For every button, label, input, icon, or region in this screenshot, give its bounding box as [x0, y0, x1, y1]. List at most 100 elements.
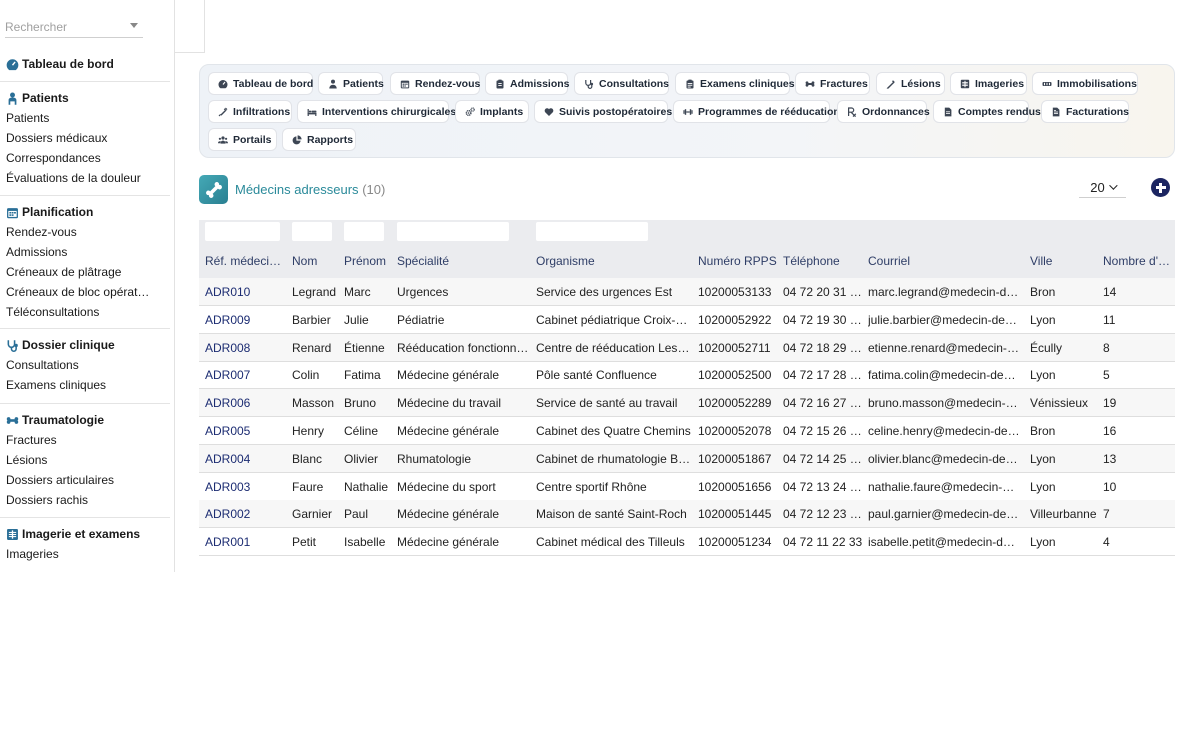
toolbar-button-label: Infiltrations: [233, 105, 291, 118]
column-header[interactable]: Courriel: [868, 254, 1020, 268]
sidebar-section-title: Traumatologie: [22, 413, 105, 427]
sidebar: Tableau de bordPatientsPatientsDossiers …: [0, 0, 175, 572]
column-header[interactable]: Téléphone: [783, 254, 863, 268]
row-reference-link[interactable]: ADR009: [205, 313, 285, 327]
column-filter-input[interactable]: [536, 222, 648, 241]
column-filter-input[interactable]: [292, 222, 332, 241]
row-reference-link[interactable]: ADR006: [205, 396, 285, 410]
sidebar-item[interactable]: Dossiers articulaires: [0, 470, 168, 490]
sidebar-section-header[interactable]: Imagerie et examens: [0, 524, 170, 544]
toolbar-button[interactable]: Rendez-vous: [390, 72, 480, 95]
row-reference-link[interactable]: ADR005: [205, 424, 285, 438]
table-row[interactable]: ADR007 Colin Fatima Médecine générale Pôle s…: [199, 361, 1175, 390]
toolbar-button[interactable]: Fractures: [795, 72, 870, 95]
toolbar-button[interactable]: Tableau de bord: [208, 72, 313, 95]
table-cell: 04 72 15 26 37: [783, 424, 863, 438]
toolbar-button[interactable]: Portails: [208, 128, 277, 151]
sidebar-item[interactable]: Évaluations de la douleur: [0, 168, 168, 188]
table-cell: 4: [1103, 535, 1110, 550]
bed-icon: [307, 108, 317, 116]
sidebar-item[interactable]: Fractures: [0, 430, 168, 450]
column-header[interactable]: Organisme: [536, 254, 692, 268]
toolbar-button[interactable]: Infiltrations: [208, 100, 292, 123]
sidebar-item[interactable]: Patients: [0, 108, 168, 128]
toolbar-button[interactable]: Suivis postopératoires: [534, 100, 672, 123]
toolbar-button[interactable]: Consultations: [574, 72, 669, 95]
toolbar-button[interactable]: Admissions: [485, 72, 570, 95]
sidebar-item[interactable]: Créneaux de plâtrage: [0, 262, 168, 282]
row-reference-link[interactable]: ADR003: [205, 480, 285, 494]
toolbar-button[interactable]: Implants: [455, 100, 529, 123]
sidebar-item[interactable]: Créneaux de bloc opérat…: [0, 282, 168, 302]
row-reference-link[interactable]: ADR001: [205, 535, 285, 549]
sidebar-section-header[interactable]: Planification: [0, 202, 170, 222]
sidebar-section-header[interactable]: Tableau de bord: [0, 54, 170, 74]
table-row[interactable]: ADR008 Renard Étienne Rééducation fonctionn…: [199, 333, 1175, 362]
table-row[interactable]: ADR001 Petit Isabelle Médecine générale Cabi…: [199, 528, 1175, 557]
table-cell: Blanc: [292, 451, 323, 466]
toolbar-button[interactable]: Lésions: [876, 72, 945, 95]
patient-icon: [329, 79, 337, 88]
chevron-down-icon: [1108, 181, 1118, 190]
toolbar-button[interactable]: Examens cliniques: [675, 72, 795, 95]
column-header[interactable]: Nombre d'adressages: [1103, 254, 1175, 268]
column-filter-input[interactable]: [205, 222, 280, 241]
sidebar-item[interactable]: Téléconsultations: [0, 302, 168, 322]
toolbar-button[interactable]: Facturations: [1041, 100, 1129, 123]
sidebar-section-header[interactable]: Patients: [0, 88, 170, 108]
add-record-button[interactable]: [1151, 178, 1170, 197]
table-cell: Centre de rééducation Les Cèdres: [536, 340, 692, 355]
search-select[interactable]: [5, 17, 143, 38]
toolbar-button[interactable]: Immobilisations: [1032, 72, 1138, 95]
caret-down-icon[interactable]: [130, 23, 138, 28]
column-header[interactable]: Prénom: [344, 254, 392, 268]
toolbar-button-label: Rapports: [307, 133, 354, 146]
table-row[interactable]: ADR002 Garnier Paul Médecine générale Maison…: [199, 500, 1175, 529]
table-cell: fatima.colin@medecin-demo.fr: [868, 368, 1020, 383]
column-header[interactable]: Réf. médecin adresseur: [205, 254, 285, 268]
sidebar-item[interactable]: Lésions: [0, 450, 168, 470]
toolbar-button[interactable]: Programmes de rééducation: [673, 100, 840, 123]
toolbar-button[interactable]: Patients: [318, 72, 384, 95]
table-cell: nathalie.faure@medecin-demo.fr: [868, 479, 1020, 494]
toolbar-button[interactable]: Comptes rendus: [933, 100, 1041, 123]
sidebar-item[interactable]: Consultations: [0, 355, 168, 375]
sidebar-item[interactable]: Dossiers rachis: [0, 490, 168, 510]
column-header[interactable]: Numéro RPPS: [698, 254, 778, 268]
sidebar-item[interactable]: Admissions: [0, 242, 168, 262]
table-row[interactable]: ADR005 Henry Céline Médecine générale Cabine…: [199, 417, 1175, 445]
toolbar-button[interactable]: Rapports: [282, 128, 356, 151]
sidebar-item[interactable]: Correspondances: [0, 148, 168, 168]
column-header[interactable]: Nom: [292, 254, 340, 268]
table-row[interactable]: ADR009 Barbier Julie Pédiatrie Cabinet pédia…: [199, 306, 1175, 334]
xray-icon: [7, 528, 18, 540]
table-row[interactable]: ADR004 Blanc Olivier Rhumatologie Cabinet de…: [199, 444, 1175, 473]
calendar-icon: [400, 80, 410, 88]
table-cell: 10: [1103, 479, 1117, 494]
sidebar-section-header[interactable]: Dossier clinique: [0, 335, 170, 355]
toolbar-button[interactable]: Imageries: [950, 72, 1027, 95]
table-row[interactable]: ADR010 Legrand Marc Urgences Service des urg…: [199, 278, 1175, 306]
table-cell: Nathalie: [344, 479, 389, 494]
sidebar-section-header[interactable]: Traumatologie: [0, 410, 170, 430]
row-reference-link[interactable]: ADR008: [205, 341, 285, 355]
column-header[interactable]: Ville: [1030, 254, 1100, 268]
row-reference-link[interactable]: ADR010: [205, 285, 285, 299]
column-filter-input[interactable]: [344, 222, 384, 241]
toolbar-button[interactable]: Interventions chirurgicales: [297, 100, 456, 123]
file-icon: [944, 107, 952, 116]
column-filter-input[interactable]: [397, 222, 509, 241]
toolbar-button[interactable]: Ordonnances: [837, 100, 930, 123]
column-header[interactable]: Spécialité: [397, 254, 531, 268]
sidebar-item[interactable]: Dossiers médicaux: [0, 128, 168, 148]
row-reference-link[interactable]: ADR007: [205, 368, 285, 382]
table-row[interactable]: ADR006 Masson Bruno Médecine du travail Serv…: [199, 389, 1175, 418]
sidebar-item[interactable]: Rendez-vous: [0, 222, 168, 242]
search-input[interactable]: [5, 17, 125, 34]
sidebar-item[interactable]: Imageries: [0, 544, 168, 564]
sidebar-item[interactable]: Examens cliniques: [0, 375, 168, 395]
table-row[interactable]: ADR003 Faure Nathalie Médecine du sport Cent…: [199, 473, 1175, 501]
row-reference-link[interactable]: ADR002: [205, 507, 285, 521]
row-reference-link[interactable]: ADR004: [205, 452, 285, 466]
page-size-select[interactable]: 20: [1079, 177, 1126, 198]
